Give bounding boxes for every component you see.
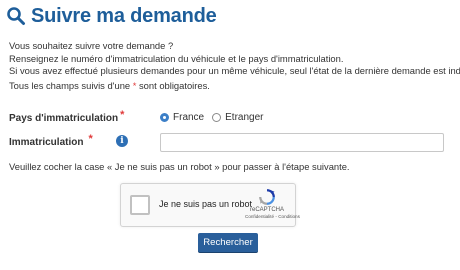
plate-label: Immatriculation * xyxy=(9,133,93,148)
page-header: Suivre ma demande xyxy=(6,2,217,30)
intro-line-note: Si vous avez effectué plusieurs demandes… xyxy=(9,65,460,76)
info-icon[interactable]: i xyxy=(116,135,128,147)
radio-etranger[interactable]: Etranger xyxy=(212,112,263,123)
country-label: Pays d'immatriculation * xyxy=(9,109,125,124)
recaptcha-widget: Je ne suis pas un robot reCAPTCHA Confid… xyxy=(120,183,300,227)
robot-instruction: Veuillez cocher la case « Je ne suis pas… xyxy=(9,161,350,172)
mandatory-note-after: sont obligatoires. xyxy=(136,80,210,91)
radio-france-label: France xyxy=(173,112,205,123)
country-required-star: * xyxy=(120,109,125,121)
radio-etranger-dot[interactable] xyxy=(212,113,222,122)
recaptcha-checkbox[interactable] xyxy=(130,195,150,215)
plate-input[interactable] xyxy=(160,133,444,152)
radio-etranger-label: Etranger xyxy=(225,112,264,123)
intro-line-instructions: Renseignez le numéro d'immatriculation d… xyxy=(9,52,344,64)
intro-text: Vous souhaitez suivre votre demande ? Re… xyxy=(9,40,460,78)
radio-france-dot[interactable] xyxy=(160,113,169,122)
recaptcha-brand: reCAPTCHA xyxy=(249,207,284,213)
mandatory-fields-note: Tous les champs suivis d'une * sont obli… xyxy=(9,80,210,91)
country-label-text: Pays d'immatriculation xyxy=(9,113,119,124)
recaptcha-icon xyxy=(259,189,275,205)
mandatory-note-before: Tous les champs suivis d'une xyxy=(9,80,133,91)
page-title: Suivre ma demande xyxy=(31,4,217,27)
plate-required-star: * xyxy=(88,133,93,145)
country-radio-group: France Etranger xyxy=(160,112,271,123)
search-button[interactable]: Rechercher xyxy=(198,233,258,252)
recaptcha-logo: reCAPTCHA Confidentialité - Conditions xyxy=(245,188,300,219)
intro-line-question: Vous souhaitez suivre votre demande ? xyxy=(9,40,174,51)
radio-france[interactable]: France xyxy=(160,112,204,123)
search-icon xyxy=(6,6,26,26)
plate-label-text: Immatriculation xyxy=(9,137,84,148)
recaptcha-terms[interactable]: Confidentialité - Conditions xyxy=(245,214,300,219)
recaptcha-label: Je ne suis pas un robot xyxy=(159,199,253,209)
